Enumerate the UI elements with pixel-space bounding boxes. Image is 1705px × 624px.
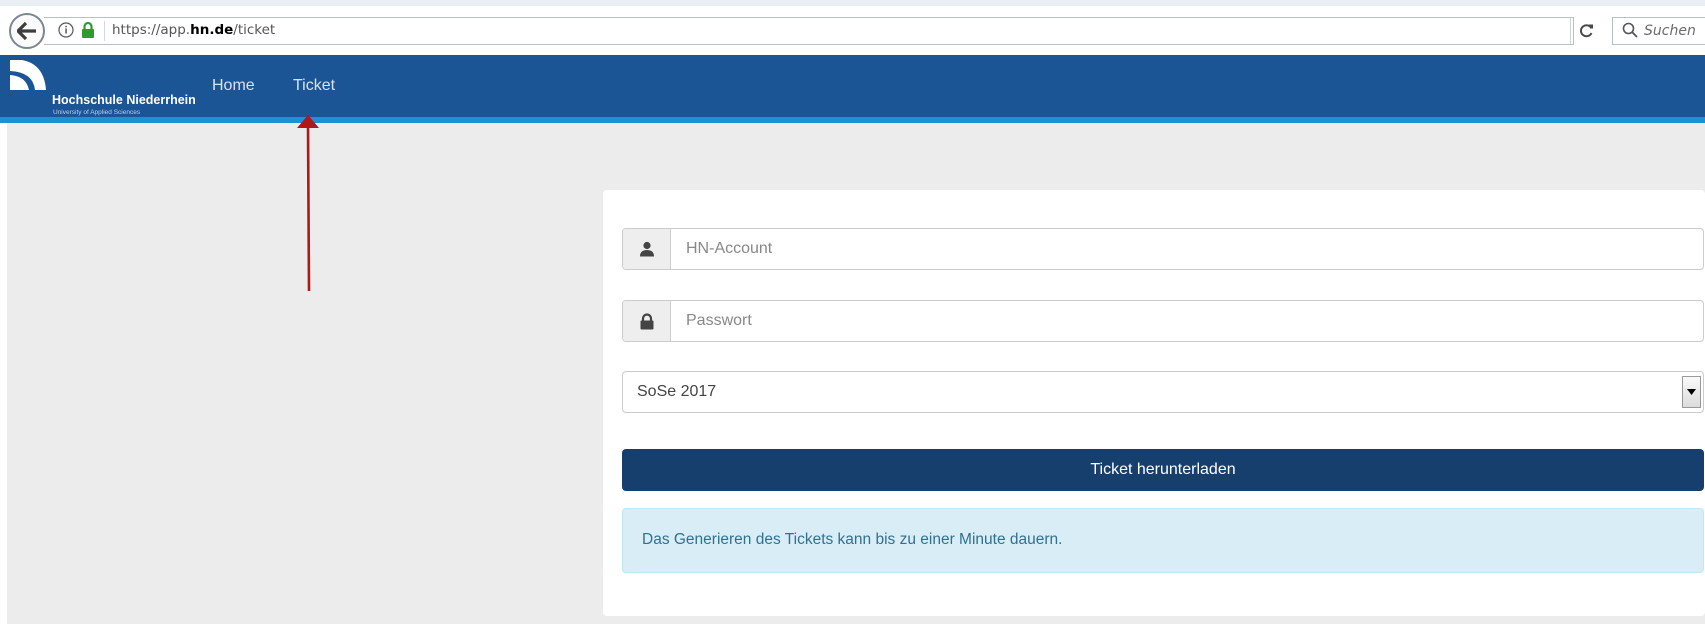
padlock-icon (640, 312, 653, 329)
logo-subtitle: University of Applied Sciences (53, 109, 141, 116)
nav-home-link[interactable]: Home (212, 77, 255, 95)
reload-separator (1570, 18, 1571, 44)
reload-icon[interactable] (1578, 22, 1595, 39)
browser-top-strip (0, 0, 1705, 6)
url-path: /ticket (233, 22, 276, 38)
select-dropdown-button[interactable] (1682, 376, 1701, 408)
arrow-left-icon (17, 22, 36, 40)
user-icon (639, 241, 654, 257)
search-icon (1622, 22, 1638, 38)
info-icon[interactable] (58, 22, 74, 38)
account-addon (623, 229, 671, 269)
annotation-arrow (297, 115, 319, 292)
search-placeholder[interactable]: Suchen (1644, 23, 1696, 39)
account-input[interactable] (671, 229, 1703, 269)
chevron-down-icon (1687, 389, 1696, 395)
lock-icon (82, 21, 94, 38)
nav-ticket-link[interactable]: Ticket (293, 77, 335, 95)
url-text[interactable]: https://app.hn.de/ticket (112, 22, 275, 38)
password-addon (623, 301, 671, 341)
hochschule-logo-icon[interactable] (10, 60, 46, 90)
url-host: hn.de (190, 22, 234, 38)
download-ticket-button[interactable]: Ticket herunterladen (622, 449, 1704, 491)
back-button[interactable] (9, 13, 45, 49)
url-separator (104, 21, 105, 41)
account-input-group (622, 228, 1704, 270)
info-alert: Das Generieren des Tickets kann bis zu e… (622, 508, 1704, 573)
semester-selected-value: SoSe 2017 (637, 383, 717, 400)
password-input-group (622, 300, 1704, 342)
password-input[interactable] (671, 301, 1703, 341)
url-scheme: https://app. (112, 22, 191, 38)
semester-select[interactable]: SoSe 2017 (622, 371, 1704, 413)
site-navbar (0, 55, 1705, 123)
logo-name[interactable]: Hochschule Niederrhein (52, 93, 196, 107)
